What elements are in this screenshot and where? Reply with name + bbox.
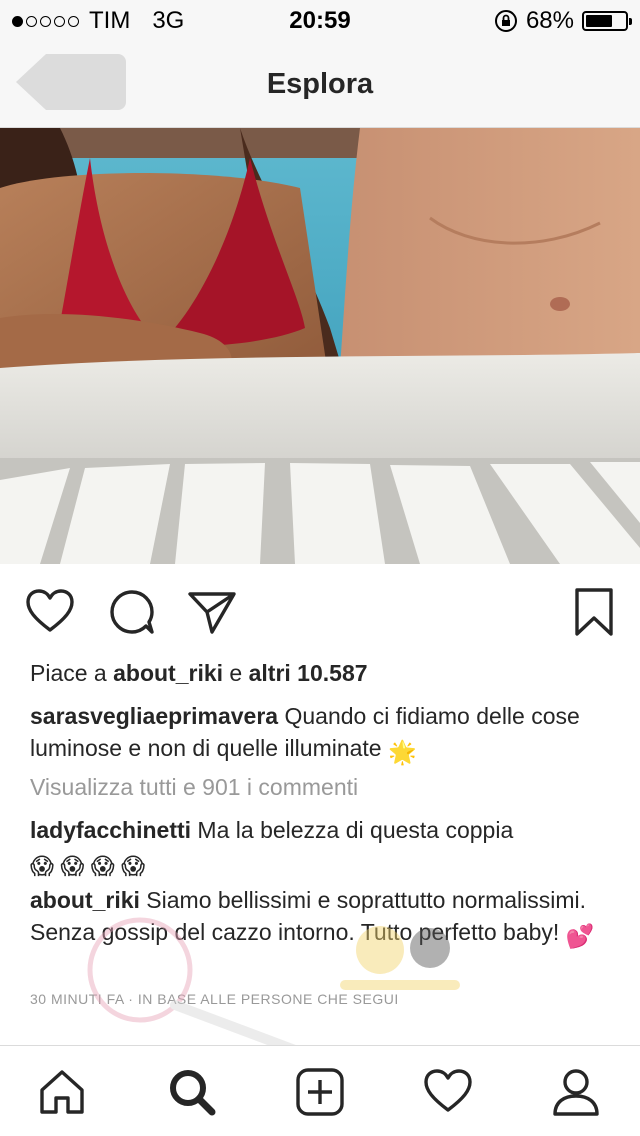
post-image	[0, 128, 640, 564]
status-bar: TIM 3G 20:59 68%	[0, 0, 640, 40]
likes-mid: e	[223, 660, 249, 686]
tab-profile[interactable]	[550, 1066, 602, 1118]
tab-activity[interactable]	[422, 1066, 474, 1118]
profile-icon	[553, 1069, 599, 1116]
tab-home[interactable]	[36, 1066, 88, 1118]
share-button[interactable]	[186, 586, 238, 638]
scream-emoji: 😱 😱 😱 😱	[30, 853, 146, 879]
bookmark-icon	[575, 588, 613, 636]
battery-fill	[586, 15, 612, 27]
star-emoji: 🌟	[388, 739, 417, 765]
comment-username[interactable]: ladyfacchinetti	[30, 817, 191, 843]
tab-search[interactable]	[166, 1066, 218, 1118]
caption-username[interactable]: sarasvegliaeprimavera	[30, 703, 278, 729]
likes-summary: Piace a about_riki e altri 10.587	[30, 660, 368, 687]
search-icon	[170, 1070, 216, 1116]
comment-item: about_riki Siamo bellissimi e soprattutt…	[30, 884, 615, 952]
save-button[interactable]	[568, 586, 620, 638]
tab-bar	[0, 1045, 640, 1136]
comment-icon	[110, 590, 154, 634]
post-timestamp: 30 MINUTI FA · IN BASE ALLE PERSONE CHE …	[30, 991, 399, 1007]
likes-count[interactable]: altri 10.587	[249, 660, 368, 686]
heart-icon	[26, 589, 74, 632]
like-button[interactable]	[24, 586, 76, 638]
navigation-bar: Esplora	[0, 40, 640, 128]
comment-item: ladyfacchinetti Ma la belezza di questa …	[30, 814, 615, 882]
post-actions	[0, 586, 640, 640]
hearts-emoji: 💕	[565, 923, 595, 949]
share-icon	[188, 592, 236, 634]
tab-new-post[interactable]	[294, 1066, 346, 1118]
battery-icon	[582, 11, 632, 31]
comment-username[interactable]: about_riki	[30, 887, 140, 913]
post-photo[interactable]	[0, 128, 640, 564]
battery-percent: 68%	[525, 7, 574, 34]
likes-prefix: Piace a	[30, 660, 114, 686]
activity-icon	[424, 1069, 472, 1112]
view-all-comments-link[interactable]: Visualizza tutti e 901 i commenti	[30, 774, 358, 801]
comment-text: Ma la belezza di questa coppia	[191, 817, 514, 843]
post-caption: sarasvegliaeprimavera Quando ci fidiamo …	[30, 700, 615, 768]
status-right: 68%	[494, 7, 632, 35]
rotation-lock-icon	[494, 10, 517, 32]
home-icon	[40, 1070, 84, 1114]
liker-username[interactable]: about_riki	[113, 660, 223, 686]
comment-button[interactable]	[106, 586, 158, 638]
add-icon	[296, 1068, 344, 1116]
page-title: Esplora	[266, 68, 374, 100]
